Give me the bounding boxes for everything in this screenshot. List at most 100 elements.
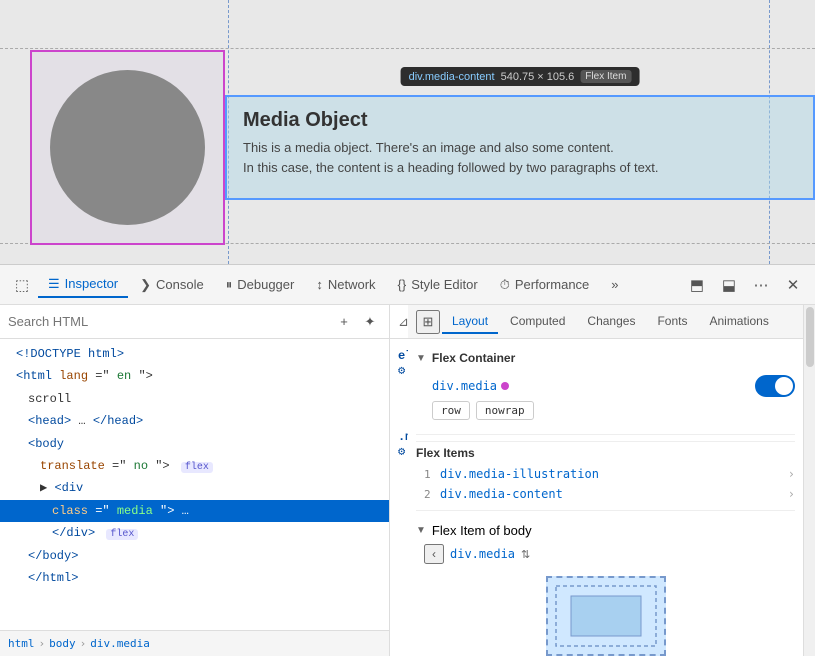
tooltip-element-name: div.media-content	[409, 71, 495, 83]
layout-grid-icon[interactable]: ⊞	[416, 310, 440, 334]
devtools-toolbar: ⬚ ☰ Inspector ❯ Console ⏸ Debugger ↕ Net…	[0, 265, 815, 305]
media-heading: Media Object	[243, 109, 797, 132]
flex-prop-row[interactable]: row	[432, 401, 470, 420]
breadcrumb-div-media[interactable]: div.media	[90, 637, 150, 650]
debugger-tab-label: Debugger	[237, 277, 294, 292]
head-tag: <head>	[28, 414, 71, 428]
dock-bottom-button[interactable]: ⬓	[715, 271, 743, 299]
body-translate-val: no	[134, 459, 148, 473]
body-close-tag: </body>	[28, 549, 78, 563]
flex-toggle[interactable]	[755, 375, 795, 397]
tab-style-editor[interactable]: {} Style Editor	[388, 273, 488, 296]
tab-console[interactable]: ❯ Console	[130, 273, 214, 297]
breadcrumb-body[interactable]: body	[49, 637, 76, 650]
network-tab-icon: ↕	[316, 277, 323, 292]
element-selector[interactable]: element ⚙ {	[398, 349, 408, 378]
breadcrumb-html[interactable]: html	[8, 637, 35, 650]
flex-item-1[interactable]: 1 div.media-illustration ›	[416, 464, 795, 484]
html-div-media-container[interactable]: ▶ <div	[0, 477, 389, 499]
html-body[interactable]: <body	[0, 433, 389, 455]
guide-line-h1	[0, 48, 815, 49]
flex-container-title: Flex Container	[432, 351, 515, 365]
flex-element-pill[interactable]: div.media	[432, 379, 509, 393]
inspector-tab-label: Inspector	[65, 276, 118, 291]
html-body-close[interactable]: </body>	[0, 545, 389, 567]
element-select-arrows[interactable]: ⇅	[521, 548, 530, 561]
close-button[interactable]: ✕	[779, 271, 807, 299]
breadcrumb: html › body › div.media	[0, 630, 389, 656]
media-selector[interactable]: .media ⚙ {	[398, 430, 408, 459]
prop-bg-color: background-color: var(--color-off-white)…	[398, 461, 408, 540]
right-tabs: ⊞ Layout Computed Changes Fonts Animatio…	[408, 305, 803, 339]
media-illustration-box	[30, 50, 225, 245]
html-div-media-selected[interactable]: class =" media "> …	[0, 500, 389, 522]
flex-container-row: div.media	[416, 369, 795, 401]
body-tag: <body	[28, 437, 64, 451]
tab-changes[interactable]: Changes	[577, 310, 645, 334]
search-input[interactable]	[8, 314, 327, 329]
flex-item-1-num: 1	[424, 468, 440, 481]
media-content-tooltip: div.media-content 540.75 × 105.6 Flex It…	[401, 67, 640, 86]
dock-right-button[interactable]: ⬒	[683, 271, 711, 299]
html-html-close[interactable]: </html>	[0, 567, 389, 589]
flex-item-2[interactable]: 2 div.media-content ›	[416, 484, 795, 504]
pick-element-button[interactable]: ✦	[359, 311, 381, 333]
nav-arrow-left[interactable]: ‹	[424, 544, 444, 564]
element-selector-row: ‹ div.media ⇅	[416, 544, 795, 572]
tooltip-flex-badge: Flex Item	[580, 70, 631, 83]
tab-inspector[interactable]: ☰ Inspector	[38, 272, 128, 298]
media-text1: This is a media object. There's an image…	[243, 138, 797, 158]
html-scroll[interactable]: scroll	[0, 388, 389, 410]
scrollbar-thumb[interactable]	[806, 307, 814, 367]
div-class-val: media	[117, 504, 153, 518]
tab-debugger[interactable]: ⏸ Debugger	[216, 273, 305, 297]
element-select[interactable]: div.media	[450, 547, 515, 561]
console-tab-icon: ❯	[140, 277, 151, 293]
styles-panel: ⊿ :hov .cls + ☀ ☾ ❐ element ⚙ { inline s…	[390, 305, 408, 656]
flex-prop-nowrap[interactable]: nowrap	[476, 401, 534, 420]
flex-item-1-name: div.media-illustration	[440, 467, 788, 481]
tab-fonts[interactable]: Fonts	[647, 310, 697, 334]
styles-content: element ⚙ { inline scroll } .media ⚙ { i…	[390, 339, 408, 656]
tooltip-size: 540.75 × 105.6	[501, 71, 575, 83]
html-doctype[interactable]: <!DOCTYPE html>	[0, 343, 389, 365]
flex-purple-dot	[501, 382, 509, 390]
flex-item-2-num: 2	[424, 488, 440, 501]
html-body-attrs[interactable]: translate =" no "> flex	[0, 455, 389, 477]
tab-animations[interactable]: Animations	[699, 310, 778, 334]
body-attr-eq: ="	[112, 459, 126, 473]
tab-performance[interactable]: ⏱ Performance	[490, 273, 600, 297]
html-attr-val: en	[117, 369, 131, 383]
html-panel: + ✦ <!DOCTYPE html> <html lang =" en "> …	[0, 305, 390, 656]
flex-item-1-arrow: ›	[788, 467, 795, 481]
tab-overflow[interactable]: »	[601, 273, 628, 296]
html-root[interactable]: <html lang =" en ">	[0, 365, 389, 387]
body-flex-badge: flex	[181, 462, 213, 473]
html-search-bar: + ✦	[0, 305, 389, 339]
html-head[interactable]: <head> … </head>	[0, 410, 389, 432]
breadcrumb-sep1: ›	[39, 637, 46, 650]
more-options-button[interactable]: ⋯	[747, 271, 775, 299]
tab-computed[interactable]: Computed	[500, 310, 575, 334]
flex-divider	[416, 434, 795, 435]
div-class-eq: ="	[95, 504, 109, 518]
tab-network[interactable]: ↕ Network	[306, 273, 385, 296]
inspector-cursor-icon[interactable]: ⬚	[8, 271, 36, 299]
flex-items-header: Flex Items	[416, 441, 795, 464]
box-model	[546, 576, 666, 656]
flex-element-name: div.media	[432, 379, 497, 393]
add-node-button[interactable]: +	[333, 311, 355, 333]
circle-avatar	[50, 70, 205, 225]
style-editor-tab-label: Style Editor	[411, 277, 477, 292]
html-search-actions: + ✦	[333, 311, 381, 333]
scroll-text: scroll	[28, 392, 71, 406]
html-div-close[interactable]: </div> flex	[0, 522, 389, 544]
prop-padding: padding: var(--metric-box-spacing);	[398, 619, 408, 656]
flex-container-header[interactable]: ▼ Flex Container	[416, 347, 795, 369]
flex-items-divider	[416, 510, 795, 511]
element-rule-header: element ⚙ { inline	[398, 349, 400, 378]
tab-layout[interactable]: Layout	[442, 310, 498, 334]
layout-content: ▼ Flex Container div.media row nowrap Fl…	[408, 339, 803, 656]
div-flex-badge: flex	[106, 529, 138, 540]
media-rule: .media ⚙ { inline:5 background-color: va…	[398, 430, 400, 656]
